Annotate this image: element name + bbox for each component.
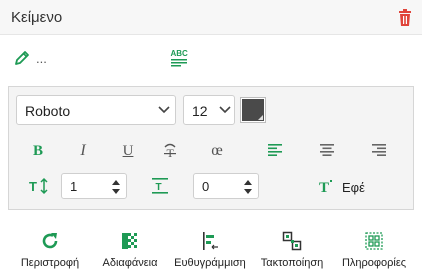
- info-label: Πληροφορίες: [341, 257, 407, 269]
- stepper-arrows-icon[interactable]: [112, 179, 120, 195]
- svg-text:T: T: [319, 180, 329, 194]
- text-properties-panel: Κείμενο ... ABC Roboto 12 B I U œ T 1 T …: [0, 0, 422, 280]
- align-center-icon[interactable]: [317, 141, 337, 161]
- align-left-icon[interactable]: [265, 141, 285, 161]
- font-color-picker[interactable]: [240, 97, 266, 123]
- stepper-arrows-icon[interactable]: [244, 179, 252, 195]
- edit-text-placeholder[interactable]: ...: [36, 51, 47, 66]
- pencil-icon[interactable]: [13, 49, 31, 67]
- font-size-select[interactable]: 12: [183, 95, 235, 125]
- line-height-value: 1: [70, 179, 78, 194]
- svg-text:ABC: ABC: [171, 49, 189, 58]
- align-icon: [203, 232, 218, 250]
- strikethrough-text-icon[interactable]: T: [160, 141, 180, 161]
- font-size-value: 12: [192, 103, 208, 119]
- text-effects-icon[interactable]: T: [319, 178, 335, 194]
- bold-button[interactable]: B: [28, 141, 48, 161]
- arrange-button[interactable]: Τακτοποίηση: [257, 231, 327, 269]
- letter-spacing-value: 0: [202, 179, 210, 194]
- arrange-label: Τακτοποίηση: [260, 257, 324, 269]
- underline-button[interactable]: U: [118, 141, 138, 161]
- svg-text:T: T: [156, 182, 162, 193]
- align-button[interactable]: Ευθυγράμμιση: [172, 231, 248, 269]
- panel-title: Κείμενο: [11, 9, 63, 26]
- rotate-button[interactable]: Περιστροφή: [17, 231, 83, 269]
- chevron-down-icon: [219, 106, 231, 114]
- italic-button[interactable]: I: [73, 141, 93, 161]
- font-family-value: Roboto: [25, 103, 71, 119]
- abc-spellcheck-icon[interactable]: ABC: [170, 48, 188, 68]
- rotate-icon: [42, 233, 58, 249]
- align-label: Ευθυγράμμιση: [174, 257, 246, 269]
- opacity-button[interactable]: Αδιαφάνεια: [97, 231, 163, 269]
- opacity-label: Αδιαφάνεια: [102, 257, 158, 269]
- line-height-stepper[interactable]: 1: [61, 173, 127, 199]
- chevron-down-icon: [158, 106, 170, 114]
- info-icon: [365, 232, 383, 250]
- ligature-button[interactable]: œ: [207, 141, 227, 161]
- line-height-icon: T: [29, 177, 48, 195]
- align-right-icon[interactable]: [369, 141, 389, 161]
- svg-text:T: T: [29, 179, 37, 194]
- effects-label[interactable]: Εφέ: [342, 180, 365, 195]
- opacity-icon: [122, 233, 137, 249]
- trash-icon[interactable]: [397, 9, 413, 27]
- font-family-select[interactable]: Roboto: [16, 95, 176, 125]
- arrange-icon: [282, 231, 302, 251]
- info-button[interactable]: Πληροφορίες: [337, 231, 411, 269]
- letter-spacing-stepper[interactable]: 0: [193, 173, 259, 199]
- panel-header: Κείμενο: [0, 0, 422, 35]
- rotate-label: Περιστροφή: [20, 257, 80, 269]
- letter-spacing-icon: T: [152, 178, 168, 194]
